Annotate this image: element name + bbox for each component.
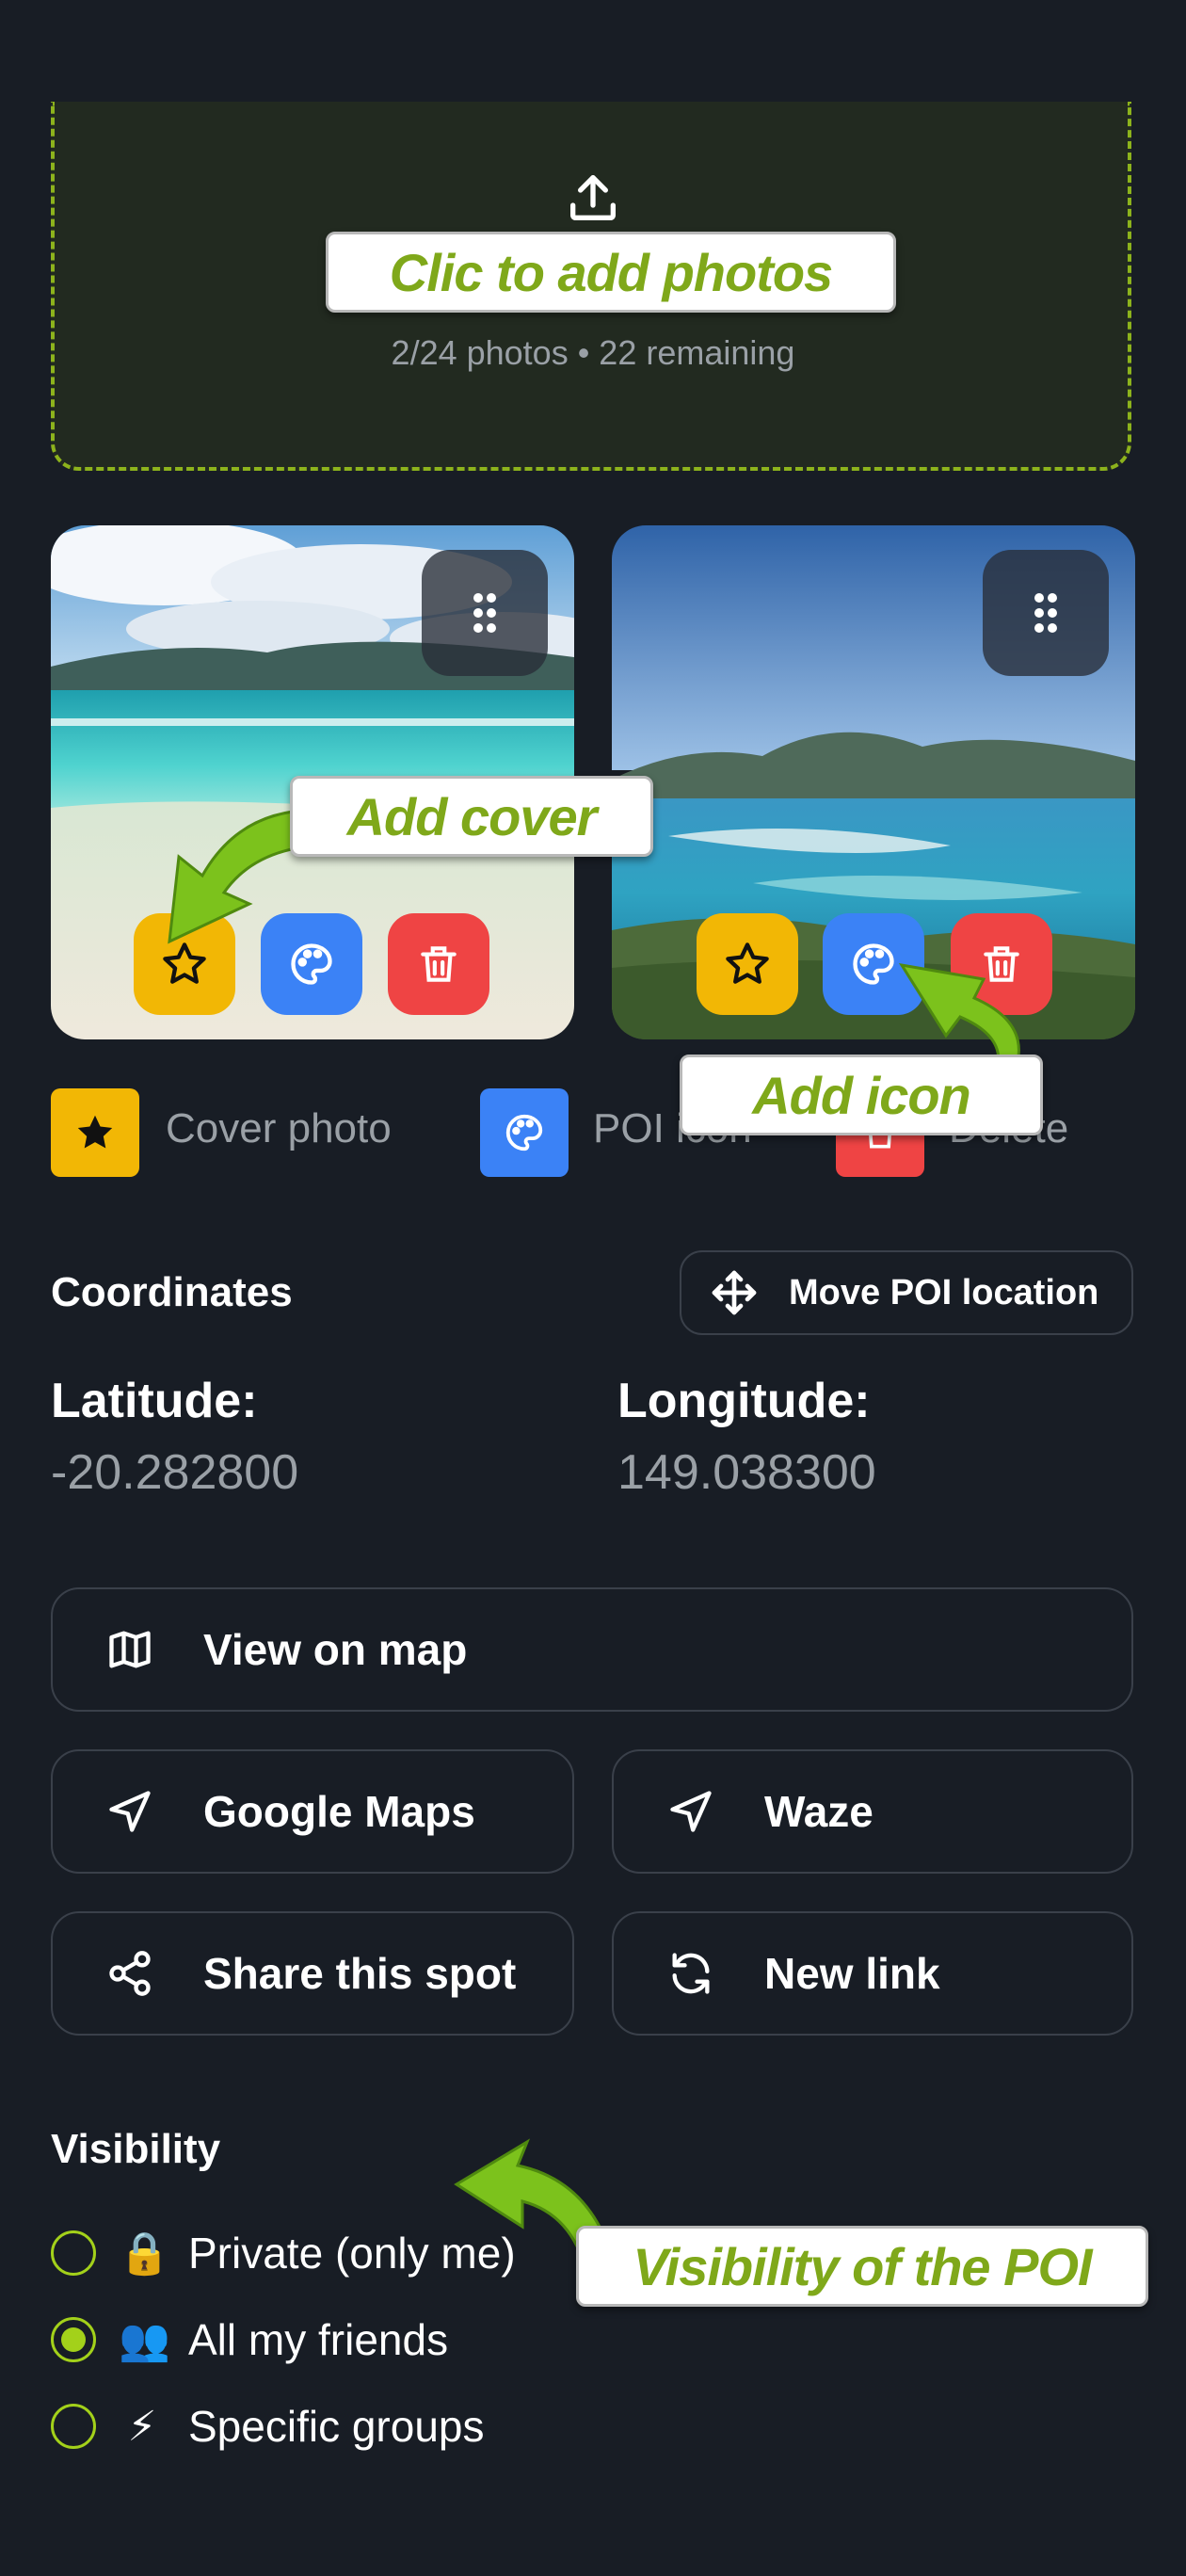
trash-icon (421, 946, 457, 982)
google-maps-label: Google Maps (203, 1787, 475, 1836)
map-icon (109, 1631, 151, 1668)
navigation-arrow-icon (109, 1791, 151, 1832)
new-link-label: New link (764, 1949, 940, 1998)
lock-icon: 🔒 (119, 2230, 170, 2277)
drag-handle-1[interactable] (422, 550, 548, 676)
add-cover-callout: Add cover (290, 776, 653, 857)
share-icon (109, 1951, 151, 1996)
upload-icon (570, 175, 616, 220)
set-cover-button-2[interactable] (697, 913, 798, 1015)
view-on-map-label: View on map (203, 1625, 468, 1674)
legend-poi-icon-swatch (480, 1088, 569, 1177)
google-maps-button[interactable]: Google Maps (51, 1749, 574, 1874)
legend-cover-swatch (51, 1088, 139, 1177)
move-poi-location-button[interactable]: Move POI location (680, 1250, 1133, 1335)
move-arrows-icon (712, 1270, 757, 1315)
visibility-callout: Visibility of the POI (576, 2226, 1148, 2307)
share-spot-label: Share this spot (203, 1949, 517, 1998)
latitude-value: -20.282800 (51, 1445, 299, 1500)
visibility-option-label: Specific groups (188, 2402, 485, 2451)
palette-icon (853, 943, 894, 985)
coordinates-title: Coordinates (51, 1269, 293, 1315)
longitude-value: 149.038300 (617, 1445, 876, 1500)
share-spot-button[interactable]: Share this spot (51, 1911, 574, 2036)
view-on-map-button[interactable]: View on map (51, 1587, 1133, 1712)
waze-button[interactable]: Waze (612, 1749, 1133, 1874)
drag-dots-icon (473, 593, 496, 633)
add-icon-callout: Add icon (680, 1055, 1043, 1135)
visibility-option-label: All my friends (188, 2315, 449, 2364)
photo-count-text: 2/24 photos • 22 remaining (391, 333, 795, 372)
drag-handle-2[interactable] (983, 550, 1109, 676)
radio-groups[interactable] (51, 2404, 96, 2449)
visibility-title: Visibility (51, 2126, 221, 2172)
palette-icon (505, 1114, 543, 1151)
legend-cover-label: Cover photo (166, 1105, 392, 1151)
radio-friends[interactable] (51, 2317, 96, 2362)
navigation-arrow-icon (670, 1791, 712, 1832)
longitude-label: Longitude: (617, 1374, 871, 1428)
move-poi-location-label: Move POI location (789, 1272, 1099, 1312)
radio-private[interactable] (51, 2230, 96, 2276)
new-link-button[interactable]: New link (612, 1911, 1133, 2036)
visibility-option-groups[interactable]: ⚡ Specific groups (51, 2401, 485, 2452)
star-filled-icon (77, 1115, 113, 1149)
delete-photo-button-1[interactable] (388, 913, 489, 1015)
lightning-icon: ⚡ (127, 2403, 157, 2450)
refresh-icon (672, 1953, 710, 1994)
visibility-option-friends[interactable]: 👥 All my friends (51, 2314, 448, 2365)
latitude-label: Latitude: (51, 1374, 258, 1428)
waze-label: Waze (764, 1787, 873, 1836)
people-icon: 👥 (119, 2317, 170, 2363)
drag-dots-icon (1034, 593, 1057, 633)
add-photos-callout: Clic to add photos (326, 232, 896, 313)
star-icon (726, 942, 769, 984)
